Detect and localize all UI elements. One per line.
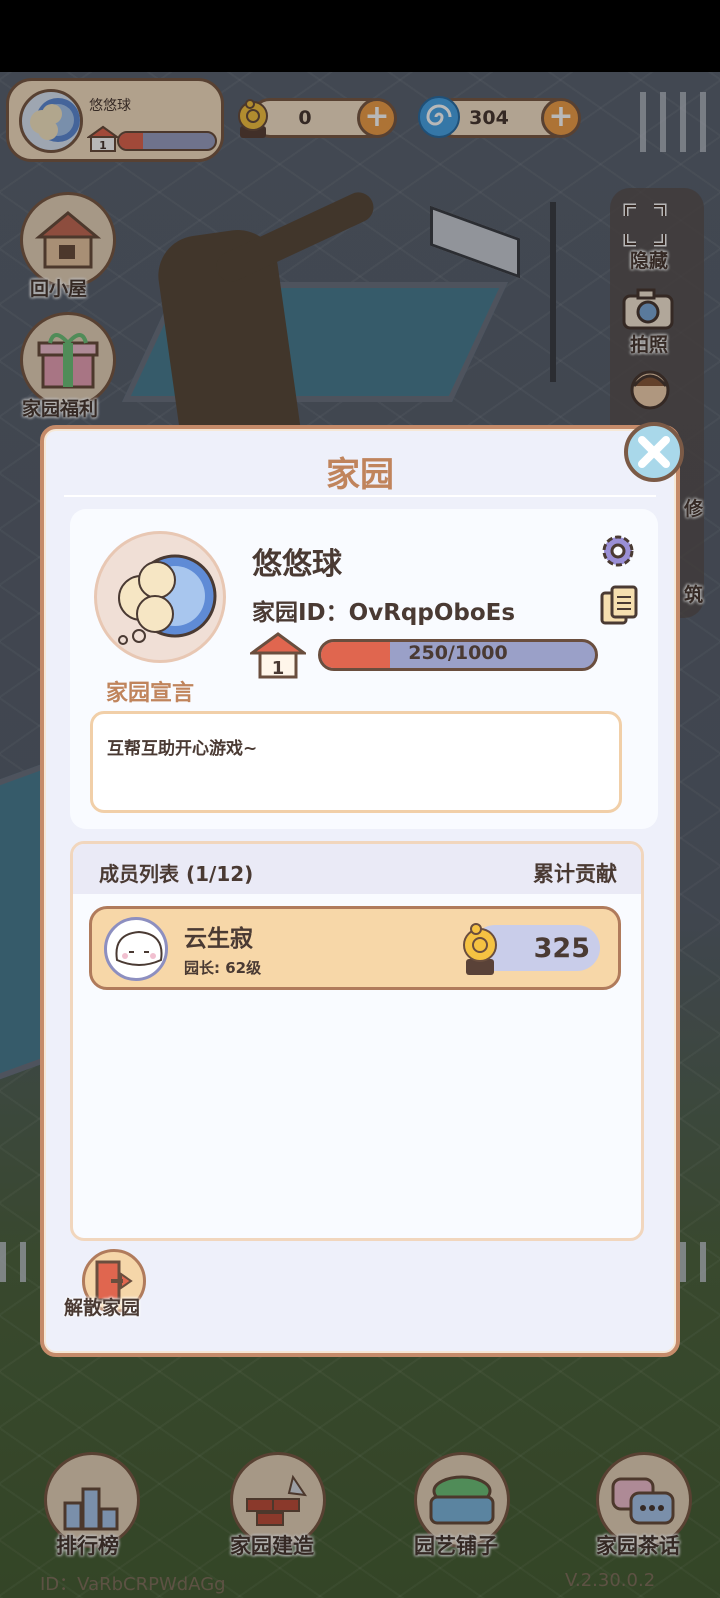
house-level-icon: 1 [250, 632, 306, 679]
status-bar [0, 0, 720, 72]
contribution-header: 累计贡献 [533, 862, 617, 886]
members-card: 成员列表 (1/12) 累计贡献 云生寂 园长: 62级 325 [70, 841, 644, 1241]
title-divider [64, 495, 656, 497]
home-id-line: 家园ID：OvRqpOboEs [252, 593, 515, 627]
snail-coin-icon [463, 923, 497, 975]
gear-icon[interactable] [598, 531, 638, 571]
declaration-text: 互帮互助开心游戏~ [107, 739, 258, 759]
member-row[interactable]: 云生寂 园长: 62级 325 [89, 906, 621, 990]
home-info-card: 悠悠球 家园ID：OvRqpOboEs 1 250/1000 家园宣言 互帮互助… [70, 509, 658, 829]
home-avatar-large[interactable] [94, 531, 226, 663]
member-name: 云生寂 [184, 926, 253, 952]
home-id-value: OvRqpOboEs [348, 600, 516, 626]
close-button[interactable] [624, 422, 684, 482]
copy-icon[interactable] [600, 585, 638, 627]
member-avatar [104, 917, 168, 981]
disband-label: 解散家园 [64, 1297, 141, 1319]
modal-title: 家园 [326, 455, 394, 495]
home-name-large: 悠悠球 [252, 547, 342, 582]
home-exp-text: 250/1000 [408, 642, 508, 664]
declaration-box[interactable]: 互帮互助开心游戏~ [90, 711, 622, 813]
home-id-label: 家园ID： [252, 600, 349, 626]
member-role: 园长: 62级 [184, 959, 262, 977]
declaration-title: 家园宣言 [106, 681, 195, 706]
close-icon [638, 436, 670, 468]
home-modal: 家园 悠悠球 家园ID：OvRqpOboEs 1 250/1000 家园宣言 互… [40, 425, 680, 1357]
members-header: 成员列表 (1/12) 累计贡献 [73, 844, 641, 894]
svg-text:1: 1 [272, 658, 285, 679]
members-title: 成员列表 (1/12) [99, 862, 254, 886]
